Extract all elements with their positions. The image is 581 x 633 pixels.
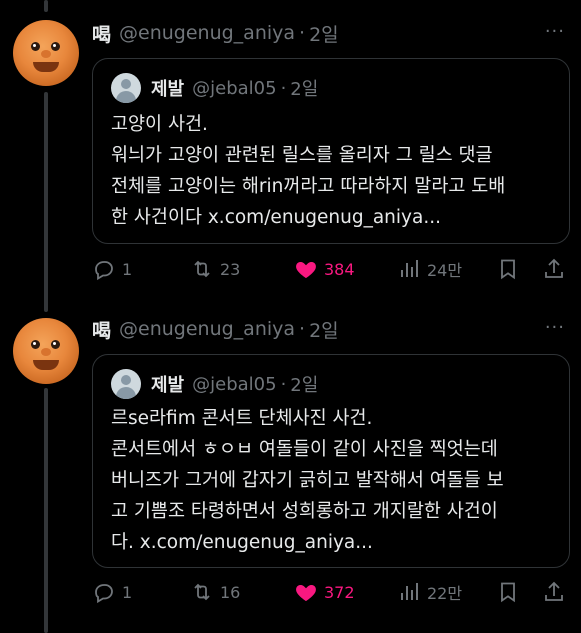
bookmark-icon	[501, 259, 515, 280]
avatar[interactable]	[13, 20, 79, 86]
quote-header: 제발 @jebal05 · 2일	[111, 369, 318, 399]
post-header: 喝 @enugenug_aniya · 2일	[92, 316, 339, 342]
views-button[interactable]: 24만	[397, 255, 462, 283]
default-avatar-icon	[111, 73, 141, 103]
reply-icon	[95, 584, 113, 604]
quote-line: 버니즈가 그거에 갑자기 긁히고 발작해서 여돌들 보	[111, 470, 504, 491]
reply-count: 1	[122, 582, 133, 602]
views-icon	[401, 260, 418, 277]
share-icon	[545, 258, 563, 278]
repost-icon	[194, 583, 210, 601]
views-icon	[401, 583, 418, 600]
post[interactable]: 喝 @enugenug_aniya · 2일 ··· 제발 @jebal05 ·…	[0, 300, 581, 633]
repost-button[interactable]: 16	[190, 578, 240, 606]
share-button[interactable]	[542, 578, 566, 606]
quote-author-handle: @jebal05	[192, 373, 277, 395]
author-handle[interactable]: @enugenug_aniya	[119, 318, 295, 340]
reply-button[interactable]: 1	[92, 255, 132, 283]
quoted-post[interactable]: 제발 @jebal05 · 2일 고양이 사건. 워늬가 고양이 관련된 릴스를…	[92, 58, 570, 244]
reply-icon	[95, 261, 113, 281]
quote-line: 고양이 사건.	[111, 114, 208, 135]
separator: ·	[280, 77, 287, 99]
heart-icon	[296, 262, 316, 278]
action-bar: 1 16 372 22만	[92, 578, 570, 606]
post-header: 喝 @enugenug_aniya · 2일	[92, 20, 339, 46]
quote-line: 다. x.com/enugenug_aniya...	[111, 532, 373, 553]
quote-header: 제발 @jebal05 · 2일	[111, 73, 318, 103]
view-count: 22만	[427, 584, 463, 603]
like-button[interactable]: 372	[294, 578, 355, 606]
like-count: 372	[324, 582, 355, 602]
separator: ·	[299, 22, 306, 44]
share-button[interactable]	[542, 255, 566, 283]
quote-line: 한 사건이다 x.com/enugenug_aniya...	[111, 207, 441, 228]
separator: ·	[280, 373, 287, 395]
bookmark-button[interactable]	[496, 255, 520, 283]
bookmark-button[interactable]	[496, 578, 520, 606]
quote-author-name: 제발	[151, 375, 185, 396]
heart-icon	[296, 585, 316, 601]
author-handle[interactable]: @enugenug_aniya	[119, 22, 295, 44]
post[interactable]: 喝 @enugenug_aniya · 2일 ··· 제발 @jebal05 ·…	[0, 0, 581, 300]
more-icon[interactable]: ···	[545, 21, 565, 42]
like-count: 384	[324, 259, 355, 279]
repost-icon	[194, 260, 210, 278]
avatar[interactable]	[13, 318, 79, 384]
quote-time: 2일	[290, 79, 319, 100]
views-button[interactable]: 22만	[397, 578, 462, 606]
quote-line: 워늬가 고양이 관련된 릴스를 올리자 그 릴스 댓글	[111, 145, 493, 166]
repost-button[interactable]: 23	[190, 255, 240, 283]
share-icon	[545, 581, 563, 601]
view-count: 24만	[427, 261, 463, 280]
quote-line: 르se라fim 콘서트 단체사진 사건.	[111, 408, 373, 429]
repost-count: 23	[220, 259, 241, 279]
quote-text: 르se라fim 콘서트 단체사진 사건. 콘서트에서 ㅎㅇㅂ 여돌들이 같이 사…	[111, 403, 557, 558]
post-time[interactable]: 2일	[309, 316, 339, 343]
default-avatar-icon	[111, 369, 141, 399]
bookmark-icon	[501, 582, 515, 603]
quote-author-handle: @jebal05	[192, 77, 277, 99]
quote-line: 전체를 고양이는 해rin꺼라고 따라하지 말라고 도배	[111, 176, 506, 197]
quote-line: 콘서트에서 ㅎㅇㅂ 여돌들이 같이 사진을 찍엇는데	[111, 439, 498, 460]
quote-text: 고양이 사건. 워늬가 고양이 관련된 릴스를 올리자 그 릴스 댓글 전체를 …	[111, 109, 557, 233]
reply-count: 1	[122, 259, 133, 279]
more-icon[interactable]: ···	[545, 317, 565, 338]
quote-author-name: 제발	[151, 79, 185, 100]
post-time[interactable]: 2일	[309, 20, 339, 47]
reply-button[interactable]: 1	[92, 578, 132, 606]
action-bar: 1 23 384 24만	[92, 255, 570, 283]
separator: ·	[299, 318, 306, 340]
like-button[interactable]: 384	[294, 255, 355, 283]
repost-count: 16	[220, 582, 241, 602]
author-name[interactable]: 喝	[92, 20, 111, 47]
quoted-post[interactable]: 제발 @jebal05 · 2일 르se라fim 콘서트 단체사진 사건. 콘서…	[92, 354, 570, 568]
quote-time: 2일	[290, 375, 319, 396]
author-name[interactable]: 喝	[92, 316, 111, 343]
quote-line: 고 기쁨조 타령하면서 성희롱하고 개지랄한 사건이	[111, 501, 498, 522]
